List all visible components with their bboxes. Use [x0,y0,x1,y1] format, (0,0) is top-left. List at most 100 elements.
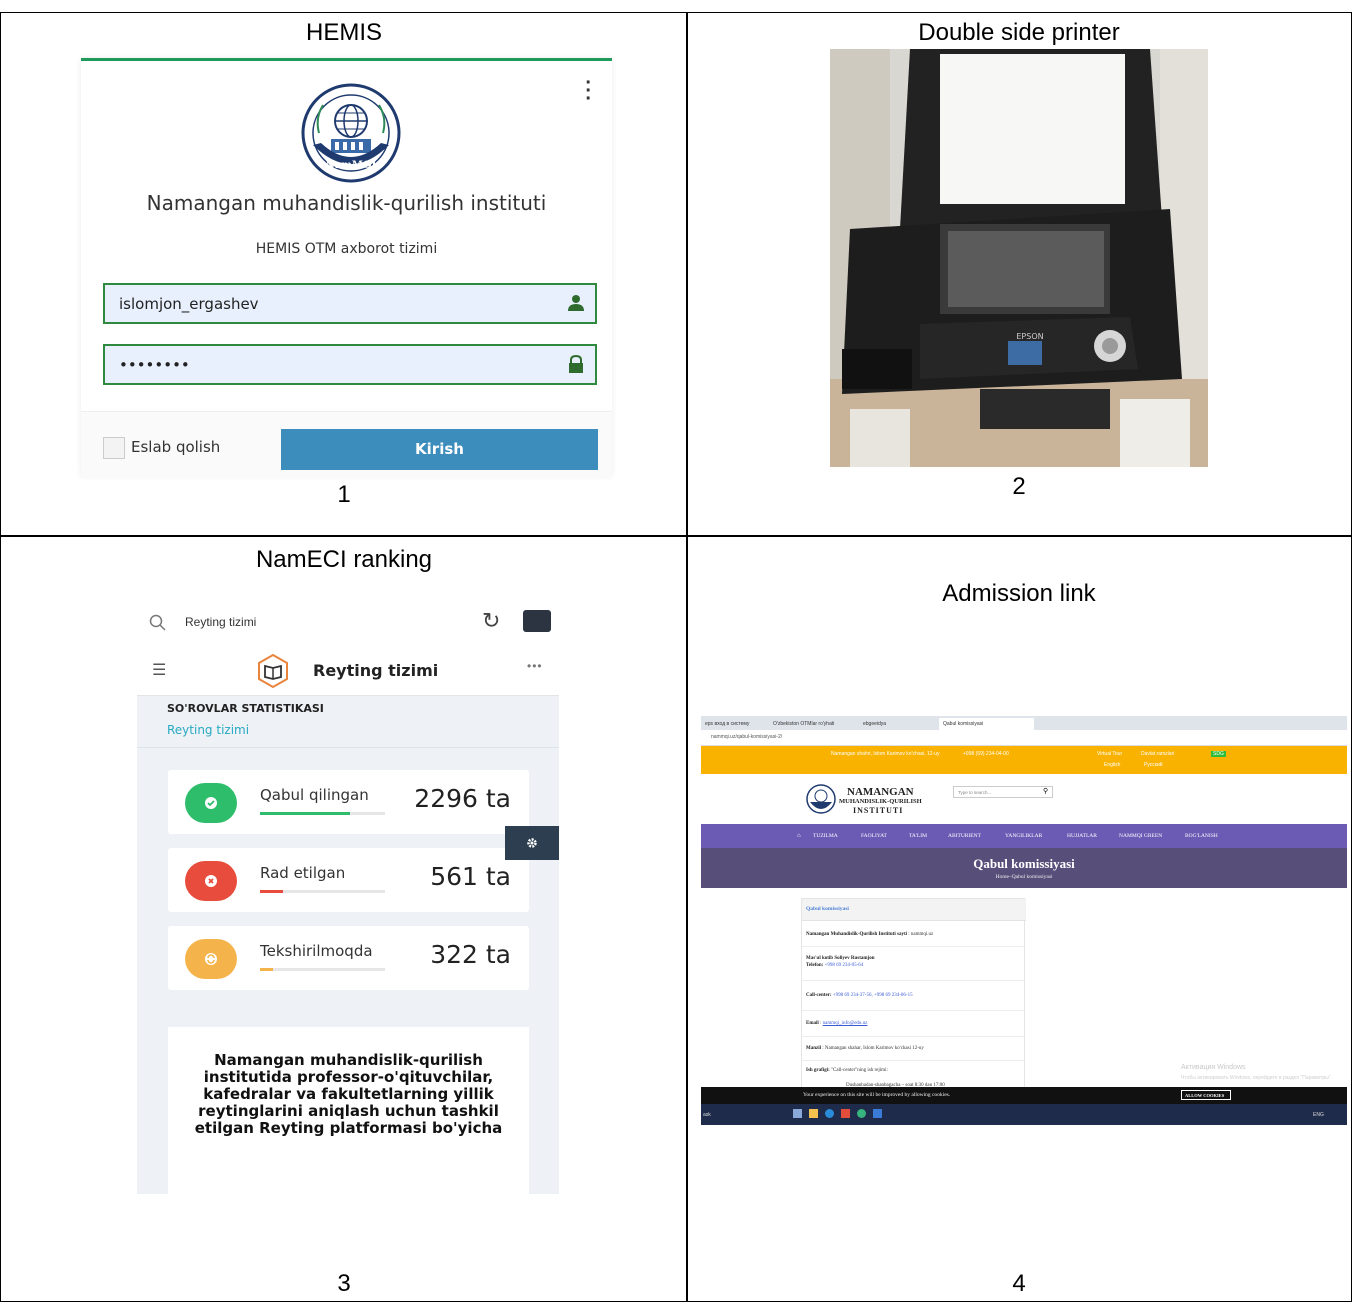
admission-screenshot: eps вход в систему O'zbekiston OTMlar ro… [701,716,1347,1125]
allow-cookies-button[interactable]: ALLOW COOKIES [1181,1090,1231,1100]
telegram-icon[interactable] [825,1109,834,1118]
row-value[interactable]: : nammqi.uz [908,932,933,937]
section-title: SO'ROVLAR STATISTIKASI [167,702,324,715]
panel-title: Double side printer [918,19,1120,46]
nav-item[interactable]: NAMMQI GREEN [1119,833,1162,839]
username-value: islomjon_ergashev [119,295,259,313]
browser-tab[interactable]: eps вход в систему [701,718,753,730]
row-value: "Call-center"ning ish rejimi: [831,1068,888,1073]
row-value[interactable]: nammqi_info@edu.uz [823,1021,868,1026]
browser-tab-active[interactable]: Qabul komissiyasi [939,718,1034,730]
row-value: : Namangan shahar, Islom Karimov ko'chas… [822,1046,924,1051]
url-text: nammqi.uz/qabul-komissiyasi-2/ [711,734,783,740]
lang-english[interactable]: English [1104,762,1120,768]
taskbar-search[interactable]: ask [703,1112,711,1118]
row-label: Call-center: [806,993,832,998]
kebab-menu-icon[interactable]: · · · [585,73,592,109]
chrome-icon[interactable] [857,1109,866,1118]
browser-tab[interactable]: ebgeeidya [859,718,890,730]
browser-tab[interactable]: O'zbekiston OTMlar ro'yhati [769,718,838,730]
breadcrumb[interactable]: Home–Qabul komissiyasi [701,874,1347,880]
table-row: Email : nammqi_info@edu.uz [802,1011,1026,1037]
institute-logo: NamMQI [301,83,401,183]
table-row: Mas'ul kotib Soliyev Rustamjon Telefon: … [802,947,1026,981]
panel-title: HEMIS [305,19,382,46]
home-icon[interactable]: ⌂ [797,833,801,839]
top-strip: Namangan shahri, Islom Karimov ko'chasi,… [701,746,1347,774]
top-link[interactable]: Virtual Tour [1097,751,1122,757]
app-thumbnail[interactable] [523,610,551,632]
book-icon [258,653,288,689]
printer-photo: EPSON [830,49,1208,467]
section-header: SO'ROVLAR STATISTIKASI Reyting tizimi [137,696,559,748]
section-link[interactable]: Reyting tizimi [167,723,249,737]
row-value[interactable]: +998 69 234-05-64 [825,963,864,968]
reload-icon[interactable]: ↻ [482,608,500,634]
app-icon[interactable] [873,1109,882,1118]
more-icon[interactable]: ••• [527,659,543,673]
header-title: Reyting tizimi [313,661,439,680]
top-link[interactable]: SDG [1211,751,1226,757]
search-icon[interactable]: ⚲ [1043,787,1048,795]
panel-number: 1 [337,481,351,508]
nav-item[interactable]: TUZILMA [813,833,838,839]
logo-text: NamMQI [326,160,377,171]
nav-item[interactable]: YANGILIKLAR [1005,833,1042,839]
address-bar[interactable]: nammqi.uz/qabul-komissiyasi-2/ [701,730,1347,746]
stat-label: Tekshirilmoqda [260,942,373,960]
lang-russian[interactable]: Русский [1144,762,1163,768]
table-row: Call-center: +998 69 234-37-56, +998 69 … [802,981,1026,1011]
lock-icon [569,355,583,373]
top-phone[interactable]: +998 (69) 234-04-00 [963,751,1009,757]
folder-icon[interactable] [809,1109,818,1118]
site-name-2: MUHANDISLIK-QURILISH [839,798,922,805]
top-link[interactable]: Davlat ramzlari [1141,751,1174,757]
app-icon[interactable] [841,1109,850,1118]
app-header: ☰ Reyting tizimi ••• [137,646,559,696]
site-search-input[interactable]: Type to search... [953,786,1053,798]
row-label: Email [806,1021,819,1026]
remember-label: Eslab qolish [131,438,221,456]
username-field[interactable]: islomjon_ergashev [103,283,597,324]
site-logo[interactable] [806,784,836,814]
contact-table: Qabul komissiyasi Namangan Muhandislik-Q… [801,898,1026,1093]
site-header: NAMANGAN MUHANDISLIK-QURILISH INSTITUTI … [701,774,1347,824]
user-icon [568,295,584,311]
stat-progress [260,968,385,971]
nav-item[interactable]: TA'LIM [909,833,927,839]
remember-checkbox[interactable] [103,437,125,459]
figure-grid: HEMIS · · · NamMQI Namangan muhandislik-qu… [0,0,1352,1302]
nav-item[interactable]: HUJJATLAR [1067,833,1097,839]
taskbar-lang[interactable]: ENG [1313,1112,1324,1118]
stat-label: Qabul qilingan [260,786,369,804]
printer-brand: EPSON [1016,332,1043,341]
row-label: Ish grafigi: [806,1068,830,1073]
nav-item[interactable]: ABITURIENT [948,833,981,839]
cookie-text: Your experience on this site will be imp… [803,1092,951,1098]
password-value: •••••••• [119,356,190,374]
stat-label: Rad etilgan [260,864,346,882]
gear-icon [527,838,537,848]
refresh-circle-icon [185,939,237,979]
nav-item[interactable]: BOG'LANISH [1185,833,1218,839]
panel-ranking: NamECI ranking Reyting tizimi ↻ ☰ Reytin… [0,535,688,1302]
search-icon[interactable] [149,614,167,632]
hamburger-icon[interactable]: ☰ [152,660,166,680]
nav-item[interactable]: FAOLIYAT [861,833,887,839]
panel-title: Admission link [942,580,1096,607]
ranking-app: Reyting tizimi ↻ ☰ Reyting tizimi ••• SO… [137,596,559,1194]
site-name-3: INSTITUTI [853,806,904,815]
row-label: Telefon: [806,963,824,968]
windows-watermark-sub: Чтобы активировать Windows, перейдите в … [1181,1075,1333,1081]
page-banner: Qabul komissiyasi Home–Qabul komissiyasi [701,848,1347,888]
panel-number: 3 [337,1270,351,1297]
content-title: Qabul komissiyasi [802,899,1026,921]
stat-card-pending: Tekshirilmoqda 322 ta [168,926,529,990]
login-button[interactable]: Kirish [281,429,598,470]
taskview-icon[interactable] [793,1109,802,1118]
description-text: Namangan muhandislik-qurilish institutid… [194,1051,503,1137]
browser-bar: Reyting tizimi ↻ [137,596,559,646]
row-value[interactable]: +998 69 234-37-56, +998 69 234-06-15 [833,993,913,998]
password-field[interactable]: •••••••• [103,344,597,385]
settings-tab[interactable] [505,826,559,860]
